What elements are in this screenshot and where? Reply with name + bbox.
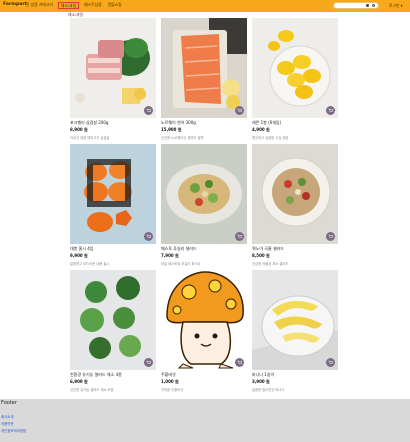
product-price: 9,900 원	[70, 253, 88, 258]
login-menu[interactable]: 로그인 ▾	[389, 3, 403, 9]
product-price: 3,900 원	[252, 379, 270, 384]
add-to-cart-button[interactable]	[326, 232, 335, 241]
nav-item-all-categories[interactable]: 전 상품 카테고리	[25, 2, 54, 9]
footer: Footer 회사소개 이용약관 개인정보처리방침	[0, 399, 410, 442]
product-card[interactable]: 노르웨이 연어 300g 15,900 원 신선한 노르웨이산 생연어 필렛	[161, 18, 247, 140]
cart-icon	[328, 108, 333, 112]
cart-icon	[146, 234, 151, 238]
add-to-cart-button[interactable]	[326, 358, 335, 367]
product-description: 신선한 노르웨이산 생연어 필렛	[161, 136, 204, 140]
product-image-salad-greens[interactable]	[70, 270, 156, 370]
product-card[interactable]: 포크벨리 삼겹살 200g 8,900 원 국내산 냉장 돼지고기 삼겹살	[70, 18, 156, 140]
cart-icon	[328, 360, 333, 364]
product-image-lemon[interactable]	[252, 18, 338, 118]
product-name[interactable]: 대봉 홍시 4입	[70, 246, 156, 252]
product-description: 신선한 유기농 샐러드 채소 모음	[70, 388, 114, 392]
product-card[interactable]: 친환경 유기농 샐러드 채소 4종 6,900 원 신선한 유기농 샐러드 채소…	[70, 270, 156, 392]
product-image-persimmon[interactable]	[70, 144, 156, 244]
product-description: 향긋하고 상큼한 수입 레몬	[252, 136, 289, 140]
footer-link-terms[interactable]: 이용약관	[1, 421, 13, 426]
product-price: 6,900 원	[70, 379, 88, 384]
product-card[interactable]: 퀴노아 곡물 샐러드 8,500 원 건강한 곡물과 채소 샐러드	[252, 144, 338, 266]
add-to-cart-button[interactable]	[144, 106, 153, 115]
nav-item-bargain[interactable]: 알뜰쇼핑	[107, 2, 123, 9]
clear-icon[interactable]	[366, 4, 369, 7]
product-name[interactable]: 친환경 유기농 샐러드 채소 4종	[70, 372, 156, 378]
add-to-cart-button[interactable]	[235, 232, 244, 241]
cart-icon	[237, 108, 242, 112]
footer-link-about[interactable]: 회사소개	[1, 414, 13, 419]
add-to-cart-button[interactable]	[144, 358, 153, 367]
product-description: 달콤하고 부드러운 대봉 홍시	[70, 262, 110, 266]
cart-icon	[237, 360, 242, 364]
product-name[interactable]: 레몬 1봉 (6개입)	[252, 120, 338, 126]
product-description: 귀여운 주황버섯	[161, 388, 184, 392]
top-nav-bar: Farmpart 전 상품 카테고리 채소/과일 베스트상품 알뜰쇼핑 로그인 …	[0, 0, 410, 12]
product-image-quinoa-salad[interactable]	[252, 144, 338, 244]
add-to-cart-button[interactable]	[235, 358, 244, 367]
product-card[interactable]: 주황버섯 1,000 원 귀여운 주황버섯	[161, 270, 247, 392]
search-input[interactable]	[333, 2, 379, 9]
nav-item-vegetables-fruits[interactable]: 채소/과일	[57, 2, 80, 9]
product-image-banana[interactable]	[252, 270, 338, 370]
product-card[interactable]: 레몬 1봉 (6개입) 4,900 원 향긋하고 상큼한 수입 레몬	[252, 18, 338, 140]
product-description: 건강한 곡물과 채소 샐러드	[252, 262, 289, 266]
product-name[interactable]: 노르웨이 연어 300g	[161, 120, 247, 126]
nav-item-best[interactable]: 베스트상품	[83, 2, 102, 9]
product-name[interactable]: 바나나 1송이	[252, 372, 338, 378]
product-name[interactable]: 주황버섯	[161, 372, 247, 378]
footer-link-privacy[interactable]: 개인정보처리방침	[1, 428, 26, 433]
product-image-pesto-salad[interactable]	[161, 144, 247, 244]
product-price: 8,500 원	[252, 253, 270, 258]
product-price: 7,900 원	[161, 253, 179, 258]
product-card[interactable]: 바나나 1송이 3,900 원 달콤한 필리핀산 바나나	[252, 270, 338, 392]
cart-icon	[237, 234, 242, 238]
product-description: 바질 페스토와 푸실리 파스타	[161, 262, 201, 266]
product-price: 15,900 원	[161, 127, 182, 132]
product-name[interactable]: 페스토 푸실리 샐러드	[161, 246, 247, 252]
product-price: 4,900 원	[252, 127, 270, 132]
add-to-cart-button[interactable]	[326, 106, 335, 115]
product-price: 8,900 원	[70, 127, 88, 132]
product-card[interactable]: 대봉 홍시 4입 9,900 원 달콤하고 부드러운 대봉 홍시	[70, 144, 156, 266]
product-name[interactable]: 포크벨리 삼겹살 200g	[70, 120, 156, 126]
add-to-cart-button[interactable]	[235, 106, 244, 115]
product-image-salmon[interactable]	[161, 18, 247, 118]
cart-icon	[146, 108, 151, 112]
product-image-orange-mushroom[interactable]	[161, 270, 247, 370]
product-name[interactable]: 퀴노아 곡물 샐러드	[252, 246, 338, 252]
footer-title: Footer	[1, 400, 17, 406]
brand-logo[interactable]: Farmpart	[3, 2, 27, 7]
product-card[interactable]: 페스토 푸실리 샐러드 7,900 원 바질 페스토와 푸실리 파스타	[161, 144, 247, 266]
product-description: 달콤한 필리핀산 바나나	[252, 388, 285, 392]
product-description: 국내산 냉장 돼지고기 삼겹살	[70, 136, 110, 140]
add-to-cart-button[interactable]	[144, 232, 153, 241]
product-image-pork[interactable]	[70, 18, 156, 118]
product-price: 1,000 원	[161, 379, 179, 384]
category-nav: 전 상품 카테고리 채소/과일 베스트상품 알뜰쇼핑	[25, 2, 123, 9]
cart-icon	[328, 234, 333, 238]
search-icon[interactable]	[372, 4, 375, 7]
cart-icon	[146, 360, 151, 364]
